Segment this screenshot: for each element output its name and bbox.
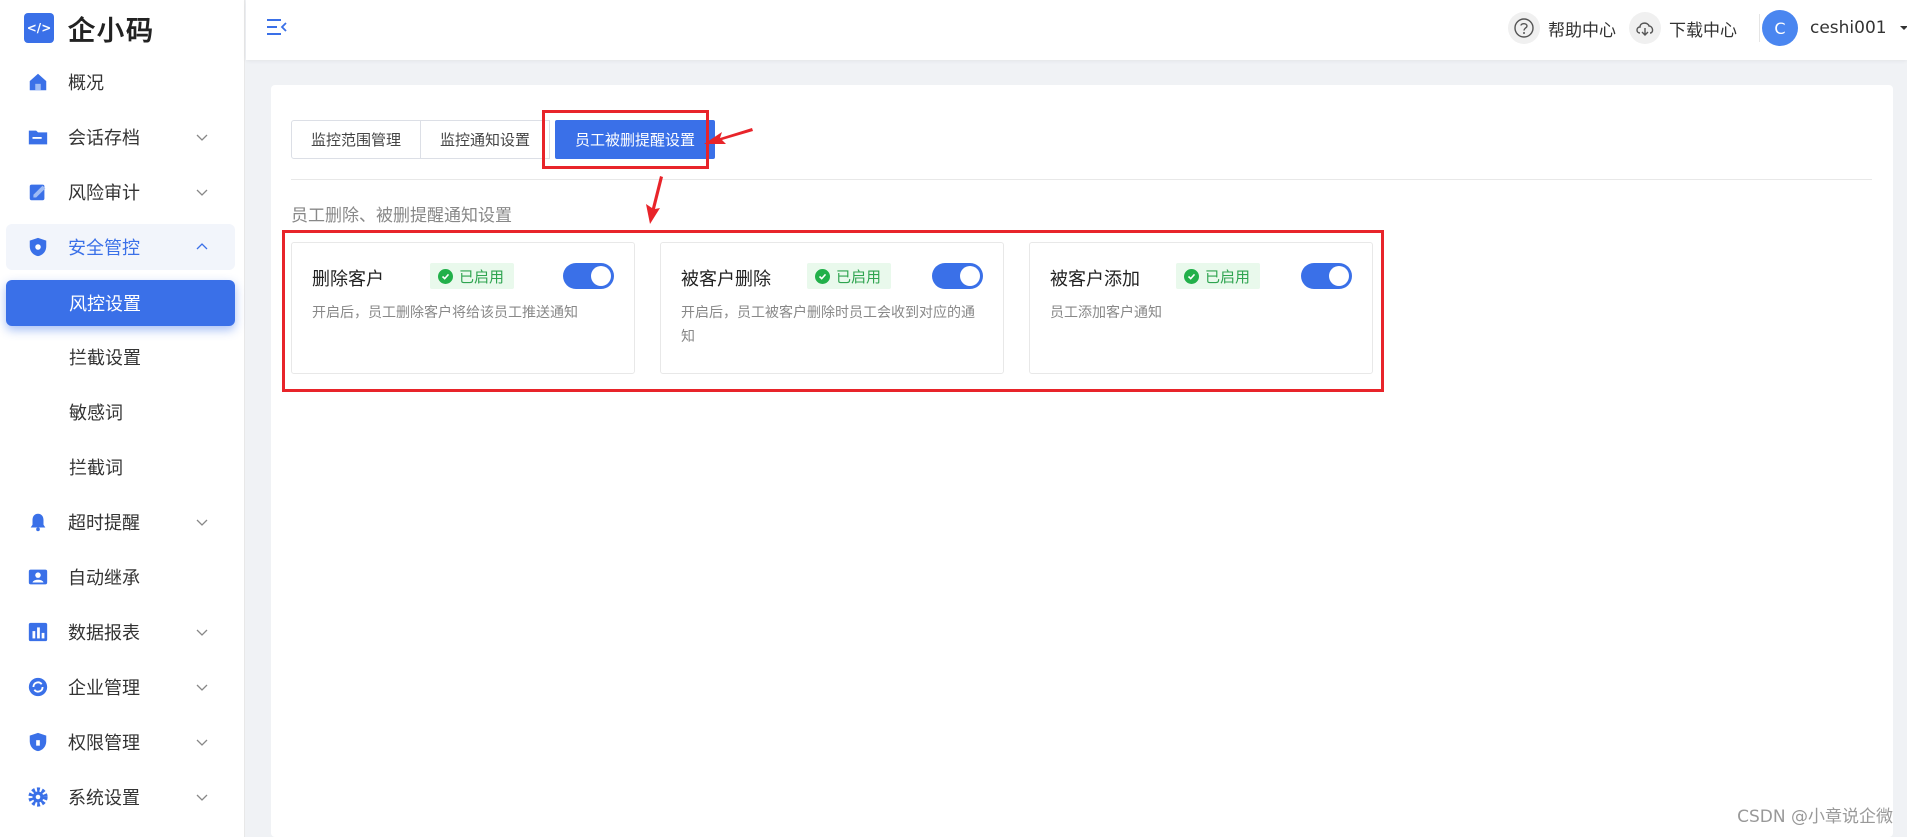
download-center-label: 下载中心 <box>1669 20 1737 41</box>
sidebar-item-label: 风险审计 <box>68 183 140 204</box>
shield-icon <box>26 235 50 259</box>
cloud-download-icon <box>1629 12 1661 44</box>
chevron-down-icon <box>196 739 208 746</box>
logo[interactable]: </> 企小码 <box>0 0 244 56</box>
help-center-label: 帮助中心 <box>1548 20 1616 41</box>
header-divider <box>1759 14 1760 42</box>
sidebar-item-permissions[interactable]: 权限管理 <box>6 719 235 765</box>
logo-text: 企小码 <box>68 15 155 47</box>
annotation-box-tab <box>542 110 709 169</box>
chevron-down-icon <box>196 189 208 196</box>
help-center-button[interactable]: 帮助中心 <box>1508 12 1616 44</box>
sidebar-item-label: 自动继承 <box>68 568 140 589</box>
sidebar-item-system-settings[interactable]: 系统设置 <box>6 774 235 820</box>
divider <box>291 179 1872 180</box>
sidebar-item-timeout-reminder[interactable]: 超时提醒 <box>6 499 235 545</box>
chevron-up-icon <box>196 243 208 250</box>
sidebar-subitem-intercept-words[interactable]: 拦截词 <box>6 444 235 490</box>
sidebar-item-archive[interactable]: 会话存档 <box>6 114 235 160</box>
logo-glyph: </> <box>26 21 52 35</box>
sidebar-item-overview[interactable]: 概况 <box>6 59 235 105</box>
sidebar-item-security[interactable]: 安全管控 <box>6 224 235 270</box>
logo-icon: </> <box>24 13 54 43</box>
folder-icon <box>26 125 50 149</box>
chevron-down-icon <box>196 134 208 141</box>
download-center-button[interactable]: 下载中心 <box>1629 12 1737 44</box>
sidebar-subitem-sensitive-words[interactable]: 敏感词 <box>6 389 235 435</box>
sidebar-item-label: 超时提醒 <box>68 513 140 534</box>
sidebar-item-label: 数据报表 <box>68 623 140 644</box>
sidebar-item-label: 权限管理 <box>68 733 140 754</box>
bar-chart-icon <box>26 620 50 644</box>
sidebar-subitem-risk-settings[interactable]: 风控设置 <box>6 280 235 326</box>
question-icon <box>1508 12 1540 44</box>
sidebar: </> 企小码 概况 会话存档 风险审计 安全管控 风控设置 拦截设置 敏感词 … <box>0 0 245 837</box>
chevron-down-icon <box>196 684 208 691</box>
sidebar-item-reports[interactable]: 数据报表 <box>6 609 235 655</box>
sync-icon <box>26 675 50 699</box>
user-card-icon <box>26 565 50 589</box>
collapse-menu-icon[interactable] <box>266 16 288 38</box>
sidebar-item-label: 系统设置 <box>68 788 140 809</box>
sidebar-item-label: 会话存档 <box>68 128 140 149</box>
section-title: 员工删除、被删提醒通知设置 <box>291 206 512 226</box>
lock-shield-icon <box>26 730 50 754</box>
annotation-box-cards <box>282 230 1384 392</box>
watermark: CSDN @小章说企微 <box>1737 807 1893 827</box>
top-header: 帮助中心 下载中心 C ceshi001 <box>246 0 1907 60</box>
sidebar-item-risk-audit[interactable]: 风险审计 <box>6 169 235 215</box>
chevron-down-icon <box>196 519 208 526</box>
sidebar-item-label: 概况 <box>68 73 104 94</box>
gear-icon <box>26 785 50 809</box>
content-panel: 监控范围管理 监控通知设置 员工被删提醒设置 员工删除、被删提醒通知设置 删除客… <box>271 85 1893 837</box>
sidebar-item-auto-inherit[interactable]: 自动继承 <box>6 554 235 600</box>
username: ceshi001 <box>1810 18 1887 38</box>
annotation-arrow-left <box>704 128 753 144</box>
tab-monitor-notify[interactable]: 监控通知设置 <box>420 120 551 159</box>
chevron-down-icon <box>196 794 208 801</box>
audit-icon <box>26 180 50 204</box>
tab-monitor-scope[interactable]: 监控范围管理 <box>291 120 422 159</box>
avatar: C <box>1762 10 1798 46</box>
caret-down-icon <box>1899 26 1907 30</box>
sidebar-item-label: 安全管控 <box>68 238 140 259</box>
sidebar-item-enterprise[interactable]: 企业管理 <box>6 664 235 710</box>
sidebar-item-label: 企业管理 <box>68 678 140 699</box>
home-icon <box>26 70 50 94</box>
user-menu[interactable]: C ceshi001 <box>1762 10 1907 46</box>
bell-icon <box>26 510 50 534</box>
sidebar-subitem-intercept-settings[interactable]: 拦截设置 <box>6 334 235 380</box>
annotation-arrow-down <box>646 176 663 224</box>
chevron-down-icon <box>196 629 208 636</box>
